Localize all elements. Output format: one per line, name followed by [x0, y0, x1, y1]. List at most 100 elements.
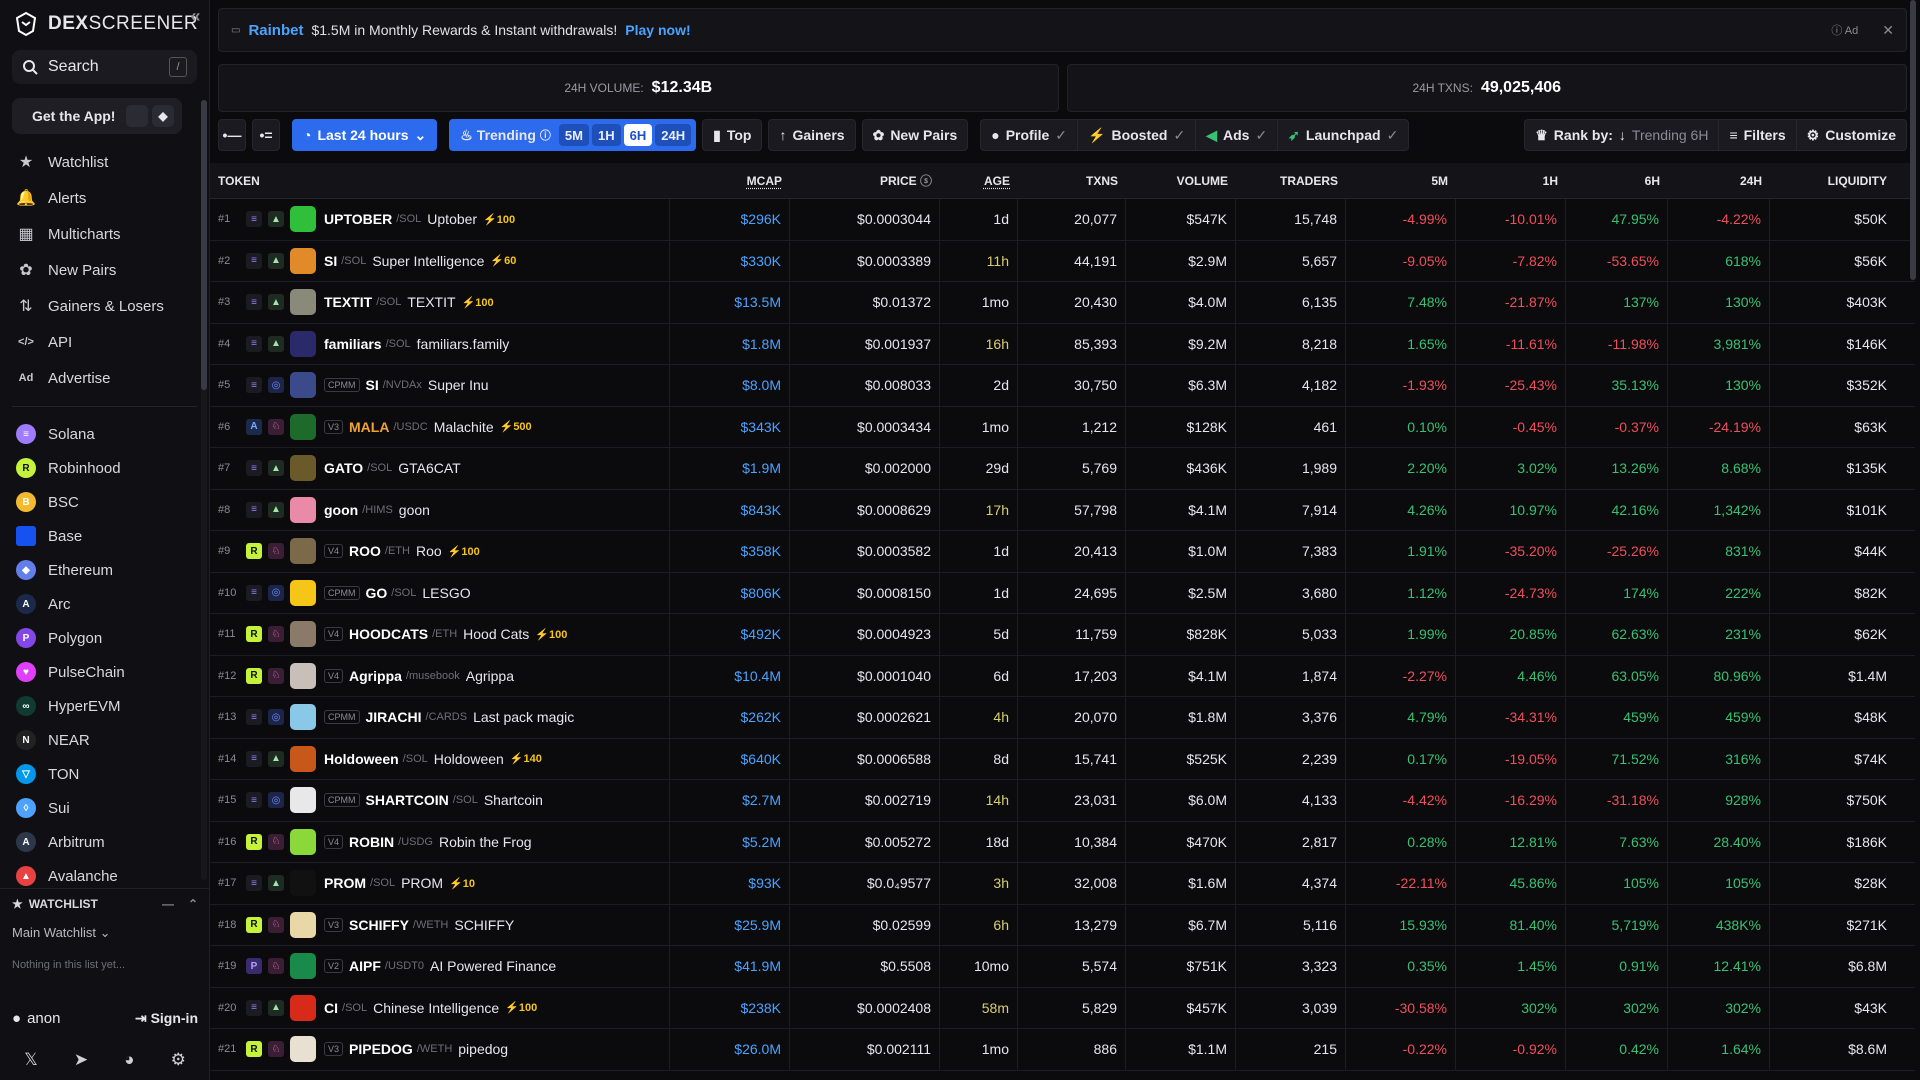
sidebar-scrollbar[interactable] [201, 100, 207, 880]
table-row[interactable]: #18 R ♘ V3 SCHIFFY/WETH SCHIFFY $25.9M $0.02599… [210, 904, 1915, 946]
col-age[interactable]: AGE [940, 163, 1018, 198]
nav-item-alerts[interactable]: 🔔 Alerts [0, 180, 209, 216]
liquidity-cell: $74K [1770, 739, 1895, 780]
ads-filter[interactable]: ◀ Ads ✓ [1195, 119, 1278, 151]
gainers-button[interactable]: ↑ Gainers [768, 119, 856, 151]
time-range-dropdown[interactable]: ◔ Last 24 hours ⌄ [292, 119, 438, 151]
search-button[interactable]: Search / [12, 50, 197, 84]
sign-in-button[interactable]: ⇥ Sign-in [135, 1010, 198, 1027]
traders-value: 4,133 [1301, 792, 1337, 809]
col-5m[interactable]: 5M [1346, 163, 1456, 198]
chain-icon: ≡ [246, 252, 262, 269]
table-row[interactable]: #15 ≡ ◎ CPMM SHARTCOIN/SOL Shartcoin $2.7M $0.0… [210, 780, 1915, 822]
timeframe-1h[interactable]: 1H [591, 124, 621, 146]
rank-by-dropdown[interactable]: ♛ Rank by: ↓ Trending 6H [1524, 119, 1719, 151]
nav-item-api[interactable]: </> API [0, 324, 209, 360]
table-row[interactable]: #17 ≡ ▲ PROM/SOL PROM ⚡10 $93K $0.0₄9577 3h 32,00… [210, 863, 1915, 905]
table-row[interactable]: #5 ≡ ◎ CPMM SI/NVDAx Super Inu $8.0M $0.008033 2… [210, 365, 1915, 407]
chain-near[interactable]: N NEAR [0, 723, 209, 757]
new-pairs-button[interactable]: ✿ New Pairs [861, 119, 969, 151]
timeframe-6h[interactable]: 6H [623, 124, 653, 146]
table-row[interactable]: #14 ≡ ▲ Holdoween/SOL Holdoween ⚡140 $640K $0.0… [210, 738, 1915, 780]
discord-icon[interactable]: ◕ [124, 1050, 134, 1070]
chain-sui[interactable]: ◊ Sui [0, 791, 209, 825]
chain-arbitrum[interactable]: A Arbitrum [0, 825, 209, 859]
col-volume[interactable]: VOLUME [1126, 163, 1236, 198]
watchlist-select[interactable]: Main Watchlist ⌄ [12, 925, 198, 941]
nav-item-advertise[interactable]: Ad Advertise [0, 360, 209, 396]
layout-list-button[interactable]: •= [252, 119, 280, 151]
age-cell: 1d [940, 531, 1018, 572]
timeframe-24h[interactable]: 24H [655, 124, 692, 146]
chain-robinhood[interactable]: R Robinhood [0, 451, 209, 485]
stats-bar: 24H VOLUME: $12.34B 24H TXNS: 49,025,406 [218, 64, 1907, 112]
get-app-button[interactable]: Get the App! ◆ [12, 98, 182, 134]
col-token[interactable]: TOKEN [210, 163, 670, 198]
table-row[interactable]: #9 R ♘ V4 ROO/ETH Roo ⚡100 $358K $0.0003582 1d 20,… [210, 531, 1915, 573]
token-avatar [290, 247, 316, 274]
chain-arc[interactable]: A Arc [0, 587, 209, 621]
trending-group[interactable]: ♨ Trending ⓘ 5M 1H 6H 24H [449, 119, 697, 151]
close-ad-icon[interactable]: ✕ [1882, 22, 1894, 39]
table-row[interactable]: #8 ≡ ▲ goon/HIMS goon $843K $0.0008629 17h 57,79… [210, 489, 1915, 531]
table-row[interactable]: #11 R ♘ V4 HOODCATS/ETH Hood Cats ⚡100 $492K $0.… [210, 614, 1915, 656]
filters-button[interactable]: ≡ Filters [1718, 119, 1796, 151]
traders-value: 1,874 [1301, 667, 1337, 684]
table-row[interactable]: #3 ≡ ▲ TEXTIT/SOL TEXTIT ⚡100 $13.5M $0.01372 1m… [210, 282, 1915, 324]
col-1h[interactable]: 1H [1456, 163, 1566, 198]
collapse-sidebar-icon[interactable]: « [190, 6, 201, 27]
ad-cta-link[interactable]: Play now! [625, 22, 690, 38]
nav-item-new-pairs[interactable]: ✿ New Pairs [0, 252, 209, 288]
col-price[interactable]: PRICE ⓢ [790, 163, 940, 198]
col-liquidity[interactable]: LIQUIDITY [1770, 163, 1895, 198]
table-row[interactable]: #1 ≡ ▲ UPTOBER/SOL Uptober ⚡100 $296K $0.000304… [210, 199, 1915, 241]
chain-hyperevm[interactable]: ∞ HyperEVM [0, 689, 209, 723]
nav-item-watchlist[interactable]: ★ Watchlist [0, 144, 209, 180]
table-row[interactable]: #21 R ♘ V3 PIPEDOG/WETH pipedog $26.0M $0.00211… [210, 1029, 1915, 1071]
table-row[interactable]: #7 ≡ ▲ GATO/SOL GTA6CAT $1.9M $0.002000 29d 5,76… [210, 448, 1915, 490]
top-button[interactable]: ▮ Top [702, 119, 763, 151]
table-row[interactable]: #19 P ♘ V2 AIPF/USDT0 AI Powered Finance $41.9… [210, 946, 1915, 988]
rank: #4 [218, 337, 231, 350]
col-24h[interactable]: 24H [1668, 163, 1770, 198]
price-value: $0.0001040 [857, 667, 931, 684]
table-row[interactable]: #20 ≡ ▲ CI/SOL Chinese Intelligence ⚡100 $238K… [210, 987, 1915, 1029]
logo[interactable]: DEXSCREENER « [0, 0, 209, 48]
chain-ton[interactable]: ▽ TON [0, 757, 209, 791]
minus-icon[interactable]: — [162, 897, 174, 911]
x-icon[interactable]: 𝕏 [24, 1050, 38, 1070]
chain-ethereum[interactable]: ◆ Ethereum [0, 553, 209, 587]
telegram-icon[interactable]: ➤ [74, 1050, 88, 1070]
timeframe-5m[interactable]: 5M [558, 124, 589, 146]
nav-item-multicharts[interactable]: ▦ Multicharts [0, 216, 209, 252]
chain-base[interactable]: Base [0, 519, 209, 553]
liquidity-value: $62K [1854, 626, 1887, 643]
chain-bsc[interactable]: B BSC [0, 485, 209, 519]
table-row[interactable]: #16 R ♘ V4 ROBIN/USDG Robin the Frog $5.2M $0.0… [210, 821, 1915, 863]
chevron-up-icon[interactable]: ⌃ [188, 897, 198, 911]
ad-banner[interactable]: ▭ Rainbet $1.5M in Monthly Rewards & Ins… [218, 8, 1907, 52]
chain-pulsechain[interactable]: ♥ PulseChain [0, 655, 209, 689]
change-1h-value: -0.92% [1512, 1041, 1557, 1058]
table-row[interactable]: #6 A ♘ V3 MALA/USDC Malachite ⚡500 $343K $0.0003… [210, 406, 1915, 448]
table-row[interactable]: #10 ≡ ◎ CPMM GO/SOL LESGO $806K $0.0008150 1d 24,… [210, 572, 1915, 614]
settings-gear-icon[interactable]: ⚙ [171, 1050, 186, 1070]
page-scrollbar[interactable] [1910, 0, 1916, 280]
layout-compact-button[interactable]: •— [218, 119, 246, 151]
profile-filter[interactable]: ● Profile ✓ [980, 119, 1078, 151]
table-row[interactable]: #13 ≡ ◎ CPMM JIRACHI/CARDS Last pack magic $26… [210, 697, 1915, 739]
launchpad-filter[interactable]: ➶ Launchpad ✓ [1277, 119, 1410, 151]
col-6h[interactable]: 6H [1566, 163, 1668, 198]
table-row[interactable]: #2 ≡ ▲ SI/SOL Super Intelligence ⚡60 $330K $0.0… [210, 240, 1915, 282]
boosted-filter[interactable]: ⚡ Boosted ✓ [1077, 119, 1196, 151]
col-mcap[interactable]: MCAP [670, 163, 790, 198]
chain-polygon[interactable]: P Polygon [0, 621, 209, 655]
table-row[interactable]: #4 ≡ ▲ familiars/SOL familiars.family $1.8M $0… [210, 323, 1915, 365]
chain-solana[interactable]: ≡ Solana [0, 417, 209, 451]
col-traders[interactable]: TRADERS [1236, 163, 1346, 198]
nav-item-gainers-losers[interactable]: ⇅ Gainers & Losers [0, 288, 209, 324]
change-6h-value: -25.26% [1606, 543, 1659, 560]
col-txns[interactable]: TXNS [1018, 163, 1126, 198]
customize-button[interactable]: ⚙ Customize [1795, 119, 1907, 151]
table-row[interactable]: #12 R ♘ V4 Agrippa/musebook Agrippa $10.4M $0.0… [210, 655, 1915, 697]
